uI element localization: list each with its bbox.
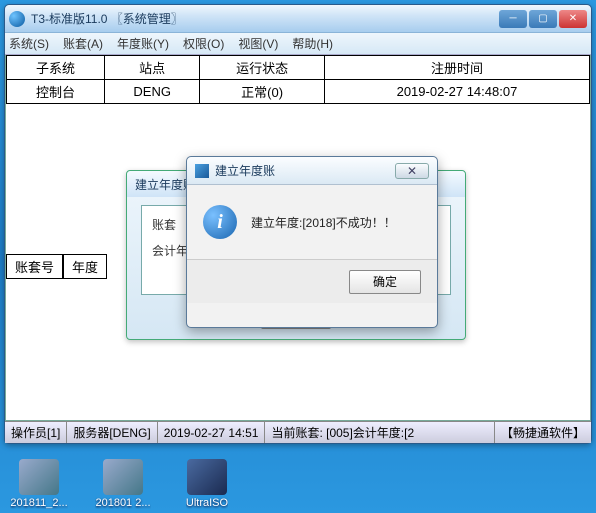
col-account-no: 账套号 bbox=[6, 254, 63, 279]
menu-account[interactable]: 账套(A) bbox=[63, 35, 103, 52]
col-subsystem: 子系统 bbox=[7, 56, 105, 80]
menu-help[interactable]: 帮助(H) bbox=[292, 35, 333, 52]
maximize-button[interactable]: ▢ bbox=[529, 10, 557, 28]
ok-button[interactable]: 确定 bbox=[349, 270, 421, 294]
desktop-icons: 201811_2... 201801 2... UltraISO bbox=[6, 459, 240, 509]
status-current: 当前账套: [005]会计年度:[2 bbox=[265, 422, 495, 443]
archive-icon bbox=[19, 459, 59, 495]
status-table: 子系统 站点 运行状态 注册时间 控制台 DENG 正常(0) 2019-02-… bbox=[6, 55, 590, 104]
archive-icon bbox=[103, 459, 143, 495]
status-operator: 操作员[1] bbox=[5, 422, 67, 443]
alert-close-button[interactable]: ✕ bbox=[395, 163, 429, 179]
col-status: 运行状态 bbox=[200, 56, 325, 80]
status-server: 服务器[DENG] bbox=[67, 422, 157, 443]
alert-footer: 确定 bbox=[187, 259, 437, 303]
menu-system[interactable]: 系统(S) bbox=[9, 35, 49, 52]
ultraiso-icon bbox=[187, 459, 227, 495]
alert-dialog: 建立年度账 ✕ i 建立年度:[2018]不成功！！ 确定 bbox=[186, 156, 438, 328]
window-title: T3-标准版11.0 〖系统管理〗 bbox=[31, 10, 183, 27]
main-titlebar[interactable]: T3-标准版11.0 〖系统管理〗 ─ ▢ ✕ bbox=[5, 5, 591, 33]
menu-bar: 系统(S) 账套(A) 年度账(Y) 权限(O) 视图(V) 帮助(H) bbox=[5, 33, 591, 55]
alert-app-icon bbox=[195, 164, 209, 178]
info-icon: i bbox=[203, 205, 237, 239]
minimize-button[interactable]: ─ bbox=[499, 10, 527, 28]
alert-body: i 建立年度:[2018]不成功！！ bbox=[187, 185, 437, 259]
table-row[interactable]: 控制台 DENG 正常(0) 2019-02-27 14:48:07 bbox=[7, 80, 590, 104]
desktop-icon-2[interactable]: 201801 2... bbox=[90, 459, 156, 509]
menu-view[interactable]: 视图(V) bbox=[238, 35, 278, 52]
col-station: 站点 bbox=[105, 56, 200, 80]
alert-title: 建立年度账 bbox=[215, 162, 275, 179]
col-year: 年度 bbox=[63, 254, 107, 279]
desktop-icon-1[interactable]: 201811_2... bbox=[6, 459, 72, 509]
col-regtime: 注册时间 bbox=[324, 56, 589, 80]
desktop-icon-ultraiso[interactable]: UltraISO bbox=[174, 459, 240, 509]
status-brand: 【畅捷通软件】 bbox=[495, 422, 591, 443]
app-icon bbox=[9, 11, 25, 27]
label-account: 账套 bbox=[152, 216, 176, 233]
alert-message: 建立年度:[2018]不成功！！ bbox=[251, 214, 396, 231]
menu-year[interactable]: 年度账(Y) bbox=[117, 35, 169, 52]
menu-permission[interactable]: 权限(O) bbox=[183, 35, 224, 52]
status-time: 2019-02-27 14:51 bbox=[158, 422, 266, 443]
alert-titlebar[interactable]: 建立年度账 ✕ bbox=[187, 157, 437, 185]
status-bar: 操作员[1] 服务器[DENG] 2019-02-27 14:51 当前账套: … bbox=[5, 421, 591, 443]
close-button[interactable]: ✕ bbox=[559, 10, 587, 28]
